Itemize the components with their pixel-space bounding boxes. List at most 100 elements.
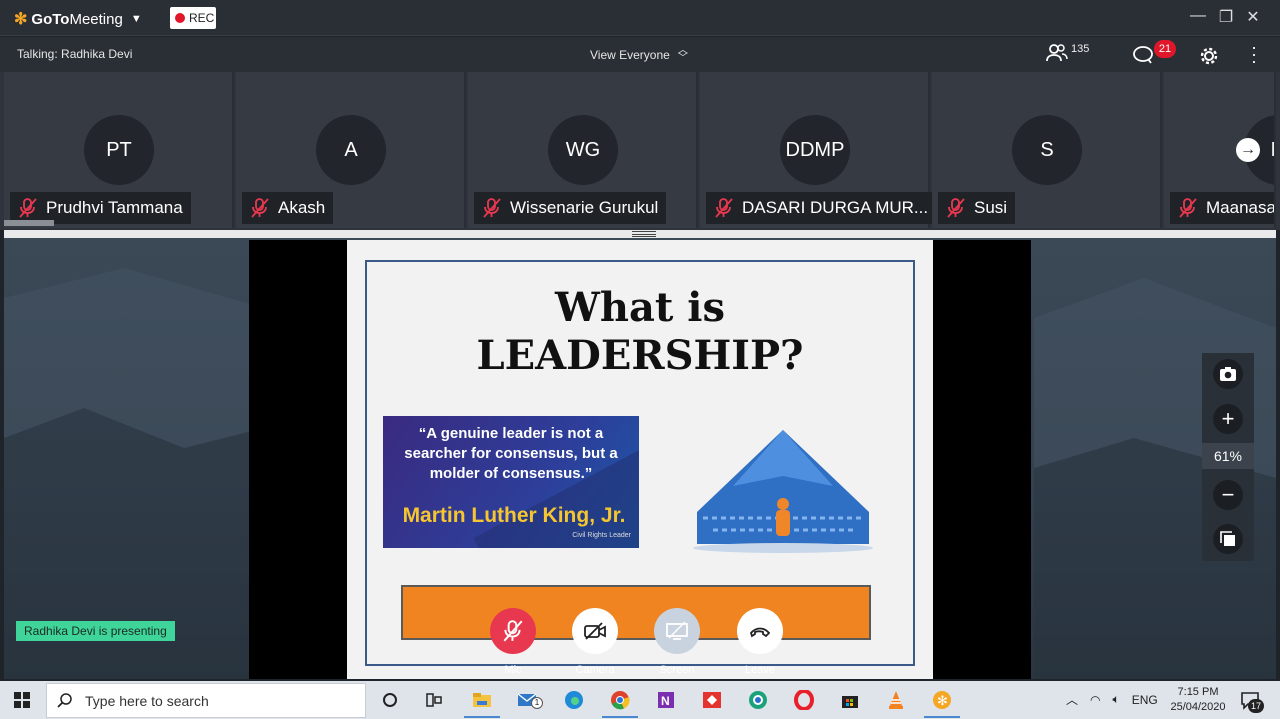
language-indicator[interactable]: ENG	[1132, 693, 1158, 707]
participant-strip: PT Prudhvi Tammana A Akash WG Wissenarie…	[0, 72, 1280, 230]
mic-off-icon	[490, 608, 536, 654]
strip-scrollbar[interactable]	[4, 220, 54, 226]
presenter-badge: Radhika Devi is presenting	[16, 621, 175, 641]
microsoft-store-icon[interactable]	[838, 689, 862, 711]
chevron-up-icon[interactable]: ︿	[1066, 691, 1078, 708]
zoom-in-icon[interactable]: +	[1213, 404, 1243, 434]
active-app-indicator	[924, 716, 960, 718]
participant-tile[interactable]: S Susi	[932, 72, 1162, 228]
sort-updown-icon: ︿ ﹀	[677, 45, 688, 64]
attendees-button[interactable]: 135	[1046, 43, 1089, 63]
svg-text:✻: ✻	[937, 694, 948, 709]
app-name-meeting: Meeting	[69, 10, 123, 28]
camera-button[interactable]: Camera	[572, 608, 618, 676]
mic-muted-icon	[947, 198, 965, 218]
mic-muted-icon	[251, 198, 269, 218]
slide-title-line2: LEADERSHIP?	[476, 332, 804, 379]
zoom-out-icon[interactable]: −	[1213, 480, 1243, 510]
participant-name: DASARI DURGA MUR...	[742, 198, 929, 217]
taskbar-clock[interactable]: 7:15 PM 25/04/2020	[1166, 685, 1230, 715]
system-tray: ︿ ◠ 🔈︎ ENG	[1066, 691, 1158, 708]
teamviewer-icon[interactable]	[746, 689, 770, 711]
participant-name: Akash	[278, 198, 326, 217]
arrow-right-icon[interactable]: →	[1236, 138, 1260, 162]
mail-badge: 1	[531, 697, 543, 709]
quote-text: “A genuine leader is not a searcher for …	[404, 425, 618, 482]
mic-muted-icon	[715, 198, 733, 218]
opera-icon[interactable]	[792, 689, 816, 711]
mic-muted-icon	[19, 198, 37, 218]
view-selector[interactable]: View Everyone ︿ ﹀	[590, 45, 688, 64]
edge-browser-icon[interactable]	[562, 689, 586, 711]
quote-image: “A genuine leader is not a searcher for …	[383, 416, 639, 548]
avatar: DDMP	[780, 115, 850, 185]
wifi-icon[interactable]: ◠	[1090, 693, 1100, 707]
drag-handle-icon[interactable]	[632, 231, 656, 237]
participant-name: Susi	[974, 198, 1008, 217]
onenote-icon[interactable]: N	[654, 689, 678, 711]
mic-label: Mic	[504, 664, 522, 676]
file-explorer-icon[interactable]	[470, 689, 494, 711]
more-options-icon[interactable]: · · ·	[1248, 38, 1260, 70]
gear-icon[interactable]	[1198, 45, 1220, 67]
participant-nametag: Wissenarie Gurukul	[474, 192, 667, 224]
resize-divider[interactable]	[4, 230, 1276, 238]
avatar: A	[316, 115, 386, 185]
participant-tile[interactable]: DDMP DASARI DURGA MUR...	[700, 72, 937, 228]
chevron-down-icon: ▼	[130, 13, 142, 25]
meeting-toolbar: Talking: Radhika Devi View Everyone ︿ ﹀ 1…	[0, 37, 1280, 72]
active-app-indicator	[602, 716, 638, 718]
windows-start-icon[interactable]	[14, 692, 30, 708]
mic-muted-icon	[483, 198, 501, 218]
vlc-icon[interactable]	[884, 689, 908, 711]
attendee-count: 135	[1071, 43, 1090, 55]
slide-title-line1: What is	[554, 284, 726, 331]
app-menu[interactable]: ✻ GoTo Meeting ▼	[14, 9, 142, 29]
participant-nametag: DASARI DURGA MUR...	[706, 192, 937, 224]
minimize-icon[interactable]: —	[1187, 7, 1209, 25]
participant-name: Prudhvi Tammana	[46, 198, 183, 217]
leave-button[interactable]: Leave	[737, 608, 783, 676]
chrome-icon[interactable]	[608, 689, 632, 711]
task-view-icon[interactable]	[422, 689, 446, 711]
active-app-indicator	[464, 716, 500, 718]
participant-nametag: Akash	[242, 192, 334, 224]
chat-icon[interactable]	[1132, 45, 1154, 65]
mic-button[interactable]: Mic	[490, 608, 536, 676]
quote-author: Martin Luther King, Jr.	[402, 504, 626, 527]
app-name-goto: GoTo	[31, 10, 70, 28]
quote-subtitle: Civil Rights Leader	[572, 532, 631, 539]
close-icon[interactable]: ✕	[1242, 7, 1264, 27]
slide-title: What is LEADERSHIP?	[347, 284, 933, 380]
people-icon	[1046, 44, 1068, 62]
svg-text:N: N	[661, 694, 670, 708]
avatar: PT	[84, 115, 154, 185]
search-placeholder: Type here to search	[85, 692, 209, 709]
participant-tile[interactable]: A Akash	[236, 72, 466, 228]
gotomeeting-taskbar-icon[interactable]: ✻	[930, 689, 954, 711]
clock-date: 25/04/2020	[1170, 701, 1226, 713]
fit-screen-icon[interactable]	[1213, 524, 1243, 554]
camera-off-icon	[572, 608, 618, 654]
anydesk-icon[interactable]	[700, 689, 724, 711]
avatar: WG	[548, 115, 618, 185]
phone-hangup-icon	[737, 608, 783, 654]
chat-badge: 21	[1154, 40, 1176, 58]
participant-tile[interactable]: WG Wissenarie Gurukul	[468, 72, 698, 228]
screen-share-button[interactable]: Screen	[654, 608, 700, 676]
notification-count: 17	[1248, 699, 1264, 713]
participant-name: Maanasa	[1206, 198, 1276, 217]
cortana-icon[interactable]	[378, 689, 402, 711]
speaker-icon[interactable]: 🔈︎	[1113, 692, 1120, 707]
leadership-crowd-image	[693, 430, 873, 553]
restore-icon[interactable]: ❐	[1215, 7, 1237, 27]
zoom-panel: + 61% −	[1202, 353, 1254, 561]
taskbar-search-input[interactable]: Type here to search	[46, 683, 366, 718]
mail-icon[interactable]: 1	[516, 689, 543, 711]
camera-snapshot-icon[interactable]	[1213, 359, 1243, 389]
clock-time: 7:15 PM	[1177, 686, 1219, 698]
recording-indicator[interactable]: REC	[170, 7, 216, 29]
camera-label: Camera	[575, 664, 615, 676]
participant-tile[interactable]: PT Prudhvi Tammana	[4, 72, 234, 228]
search-icon	[57, 692, 72, 708]
